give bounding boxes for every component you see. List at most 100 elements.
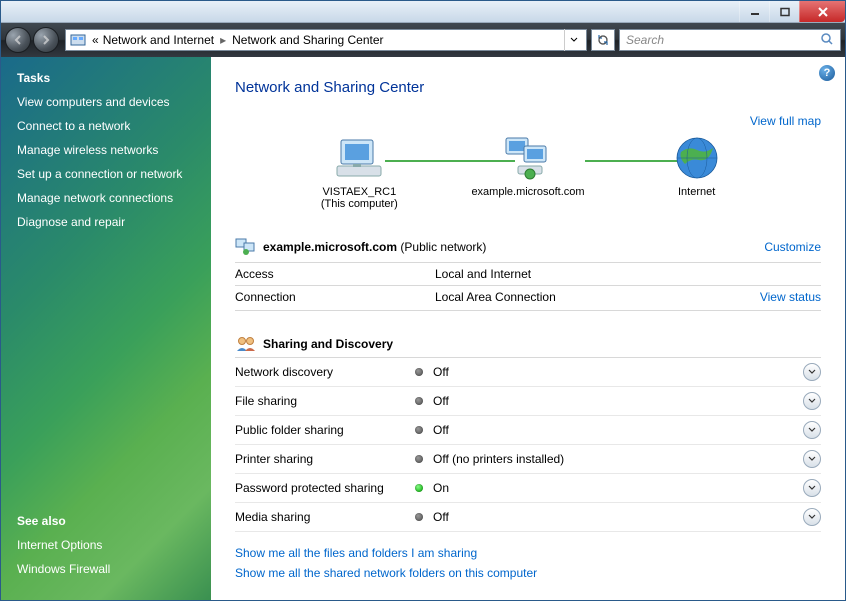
- task-connect-network[interactable]: Connect to a network: [17, 119, 195, 133]
- navbar: « Network and Internet ▸ Network and Sha…: [1, 23, 845, 57]
- sharing-row-status-text: Off: [433, 423, 449, 437]
- expand-button[interactable]: [803, 450, 821, 468]
- task-setup-connection[interactable]: Set up a connection or network: [17, 167, 195, 181]
- expand-button[interactable]: [803, 421, 821, 439]
- sharing-row: Network discovery Off: [235, 358, 821, 387]
- sharing-row-status-text: Off: [433, 510, 449, 524]
- task-manage-connections[interactable]: Manage network connections: [17, 191, 195, 205]
- status-led-icon: [415, 455, 423, 463]
- sharing-row-status-text: Off (no printers installed): [433, 452, 564, 466]
- status-led-icon: [415, 397, 423, 405]
- sharing-row-status: Off: [415, 510, 803, 524]
- sharing-row-label: Password protected sharing: [235, 481, 415, 495]
- search-input[interactable]: Search: [619, 29, 841, 51]
- seealso-internet-options[interactable]: Internet Options: [17, 538, 195, 552]
- conn-row-label: Connection: [235, 286, 435, 311]
- sharing-row-status: Off: [415, 394, 803, 408]
- show-files-link[interactable]: Show me all the files and folders I am s…: [235, 546, 821, 560]
- show-folders-link[interactable]: Show me all the shared network folders o…: [235, 566, 821, 580]
- breadcrumb-chevrons[interactable]: «: [90, 33, 101, 47]
- conn-row-value: Local Area Connection: [435, 286, 721, 311]
- sharing-row: Password protected sharing On: [235, 474, 821, 503]
- computer-icon: [331, 134, 387, 182]
- breadcrumb-item-1[interactable]: Network and Internet: [101, 33, 216, 47]
- sidebar: Tasks View computers and devices Connect…: [1, 57, 211, 600]
- minimize-button[interactable]: [739, 1, 769, 22]
- sharing-row-label: Printer sharing: [235, 452, 415, 466]
- window: « Network and Internet ▸ Network and Sha…: [0, 0, 846, 601]
- sharing-row-status: Off: [415, 365, 803, 379]
- sharing-row: File sharing Off: [235, 387, 821, 416]
- sharing-section: Sharing and Discovery Network discovery O…: [235, 335, 821, 532]
- bottom-links: Show me all the files and folders I am s…: [235, 546, 821, 580]
- view-full-map-link[interactable]: View full map: [750, 114, 821, 128]
- connection-section: example.microsoft.com (Public network) C…: [235, 234, 821, 311]
- sharing-row: Printer sharing Off (no printers installe…: [235, 445, 821, 474]
- expand-button[interactable]: [803, 508, 821, 526]
- search-placeholder: Search: [626, 33, 664, 47]
- customize-link[interactable]: Customize: [764, 240, 821, 254]
- task-view-computers[interactable]: View computers and devices: [17, 95, 195, 109]
- node-this-computer[interactable]: VISTAEX_RC1 (This computer): [289, 134, 429, 210]
- node-internet-label: Internet: [678, 186, 715, 198]
- connection-header: example.microsoft.com (Public network) C…: [235, 234, 821, 260]
- sharing-row-label: File sharing: [235, 394, 415, 408]
- back-button[interactable]: [5, 27, 31, 53]
- status-led-icon: [415, 484, 423, 492]
- status-led-icon: [415, 368, 423, 376]
- sharing-row: Media sharing Off: [235, 503, 821, 532]
- node-internet[interactable]: Internet: [627, 134, 767, 198]
- sharing-header: Sharing and Discovery: [235, 335, 821, 358]
- sharing-row-status-text: Off: [433, 365, 449, 379]
- tasks-heading: Tasks: [17, 71, 195, 85]
- sharing-row-status-text: On: [433, 481, 449, 495]
- network-small-icon: [235, 238, 257, 256]
- seealso-heading: See also: [17, 514, 195, 528]
- close-button[interactable]: [799, 1, 845, 22]
- sharing-row: Public folder sharing Off: [235, 416, 821, 445]
- sharing-row-label: Public folder sharing: [235, 423, 415, 437]
- sharing-row-label: Network discovery: [235, 365, 415, 379]
- seealso-windows-firewall[interactable]: Windows Firewall: [17, 562, 195, 576]
- status-led-icon: [415, 426, 423, 434]
- main-content: ? Network and Sharing Center View full m…: [211, 57, 845, 600]
- connection-network-name: example.microsoft.com: [263, 240, 397, 254]
- address-dropdown[interactable]: [564, 29, 582, 51]
- connection-network-type: (Public network): [400, 240, 486, 254]
- task-diagnose-repair[interactable]: Diagnose and repair: [17, 215, 195, 229]
- body: Tasks View computers and devices Connect…: [1, 57, 845, 600]
- forward-button[interactable]: [33, 27, 59, 53]
- network-icon: [500, 134, 556, 182]
- sharing-row-status: On: [415, 481, 803, 495]
- titlebar: [1, 1, 845, 23]
- search-icon: [820, 32, 834, 49]
- task-manage-wireless[interactable]: Manage wireless networks: [17, 143, 195, 157]
- control-panel-icon: [70, 32, 86, 48]
- help-icon[interactable]: ?: [819, 65, 835, 81]
- breadcrumb-item-2[interactable]: Network and Sharing Center: [230, 33, 385, 47]
- globe-icon: [669, 134, 725, 182]
- network-map: VISTAEX_RC1 (This computer) example.micr…: [235, 134, 821, 228]
- sharing-row-status-text: Off: [433, 394, 449, 408]
- node-computer-sub: (This computer): [321, 198, 398, 210]
- sharing-title: Sharing and Discovery: [263, 337, 393, 351]
- conn-row-label: Access: [235, 263, 435, 286]
- sharing-row-status: Off: [415, 423, 803, 437]
- sharing-row-label: Media sharing: [235, 510, 415, 524]
- conn-row-link: [721, 263, 821, 286]
- page-title: Network and Sharing Center: [235, 79, 821, 96]
- maximize-button[interactable]: [769, 1, 799, 22]
- connection-table: Access Local and Internet Connection Loc…: [235, 262, 821, 311]
- sharing-row-status: Off (no printers installed): [415, 452, 803, 466]
- breadcrumb-separator: ▸: [216, 33, 230, 47]
- node-network[interactable]: example.microsoft.com: [458, 134, 598, 198]
- node-network-name: example.microsoft.com: [471, 186, 584, 198]
- view-status-link[interactable]: View status: [760, 290, 821, 304]
- expand-button[interactable]: [803, 479, 821, 497]
- conn-row-value: Local and Internet: [435, 263, 721, 286]
- address-bar[interactable]: « Network and Internet ▸ Network and Sha…: [65, 29, 587, 51]
- refresh-button[interactable]: [591, 29, 615, 51]
- status-led-icon: [415, 513, 423, 521]
- expand-button[interactable]: [803, 363, 821, 381]
- expand-button[interactable]: [803, 392, 821, 410]
